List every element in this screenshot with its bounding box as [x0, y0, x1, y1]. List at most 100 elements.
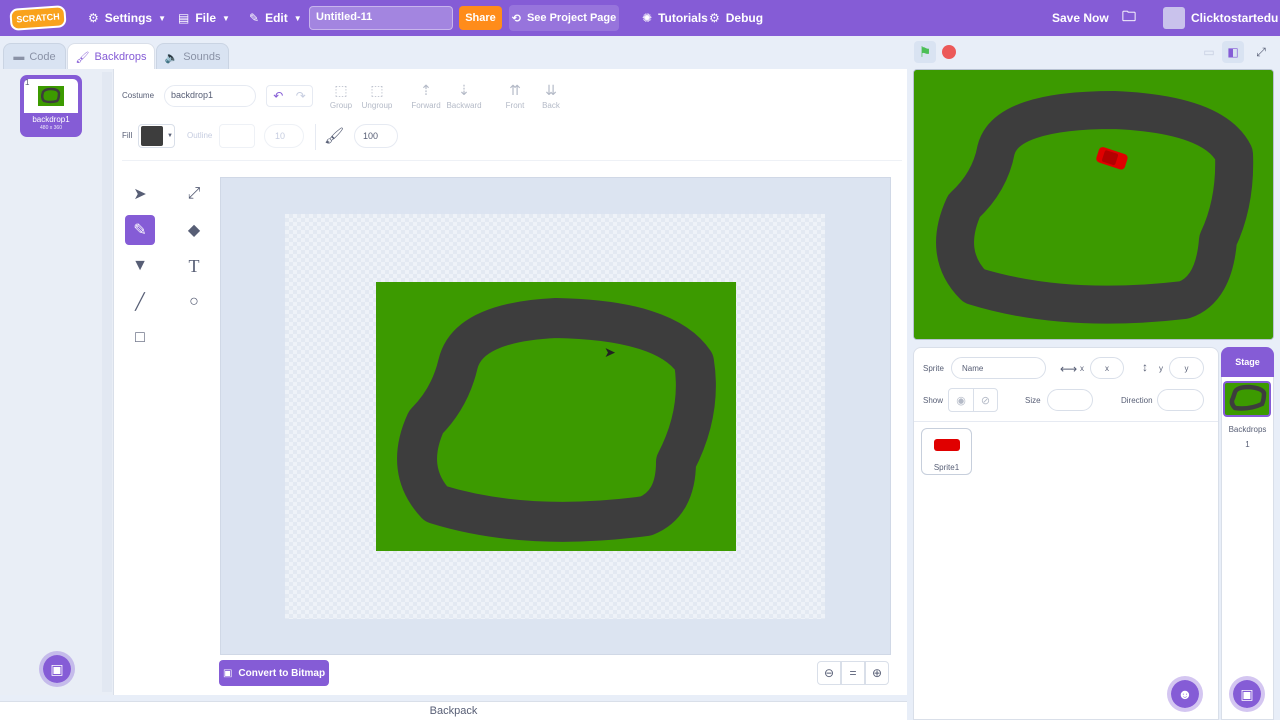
choose-stage-backdrop-button[interactable]: ▣ [1229, 676, 1265, 712]
front-label: Front [505, 101, 525, 110]
backdrop-list-scrollbar[interactable] [102, 72, 112, 692]
rectangle-tool[interactable]: □ [125, 323, 155, 353]
backpack[interactable]: Backpack [0, 701, 907, 720]
y-input[interactable]: y [1169, 357, 1204, 379]
eraser-tool[interactable]: ◆ [179, 215, 209, 245]
x-label: x [1080, 364, 1084, 373]
stop-icon [942, 45, 956, 59]
sprite-name-input[interactable]: Name [951, 357, 1046, 379]
ungroup-button[interactable]: ⬚ Ungroup [359, 82, 395, 110]
project-title-input[interactable]: Untitled-11 [309, 6, 453, 30]
backdrop-size: 480 x 360 [40, 125, 62, 131]
image-plus-icon: ▣ [50, 660, 64, 677]
line-tool[interactable]: ╱ [125, 287, 155, 317]
small-stage-button[interactable]: ▭ [1198, 41, 1220, 63]
tab-backdrops[interactable]: 🖌 Backdrops [67, 43, 155, 70]
reshape-icon: ⤢ [187, 185, 201, 202]
outline-width-input[interactable]: 10 [264, 124, 304, 148]
green-flag-button[interactable]: ⚑ [914, 41, 936, 63]
tab-sounds-label: Sounds [183, 51, 221, 63]
speaker-icon: 🔈 [164, 51, 179, 64]
debug-button[interactable]: ⚙ Debug [709, 0, 763, 36]
eraser-icon: ◆ [187, 222, 201, 239]
remix-icon: ⟲ [511, 12, 521, 25]
divider [315, 124, 316, 150]
paint-bucket-icon: ▼ [132, 257, 148, 274]
fill-color-swatch [141, 126, 163, 146]
account-menu[interactable]: Clicktostartedu [1163, 0, 1278, 36]
size-input[interactable] [1047, 389, 1093, 411]
zoom-reset-button[interactable]: = [841, 661, 865, 685]
back-icon: ⇊ [545, 82, 557, 98]
choose-backdrop-button[interactable]: ▣ [39, 651, 75, 687]
toolbar-divider [122, 160, 902, 161]
convert-to-bitmap-button[interactable]: ▣ Convert to Bitmap [219, 660, 329, 686]
save-now-button[interactable]: Save Now [1052, 0, 1109, 36]
chevron-down-icon: ▼ [222, 13, 230, 23]
redo-icon[interactable]: ↷ [290, 86, 313, 106]
show-eye-icon[interactable]: ◉ [949, 389, 973, 411]
stop-button[interactable] [938, 41, 960, 63]
show-label: Show [923, 396, 944, 405]
x-input[interactable]: x [1090, 357, 1124, 379]
chevron-down-icon: ▼ [158, 13, 167, 23]
y-label: y [1159, 364, 1163, 373]
settings-menu[interactable]: ⚙ Settings ▼ [88, 0, 166, 36]
ungroup-label: Ungroup [361, 101, 393, 110]
tab-code[interactable]: ▬ Code [3, 43, 66, 70]
back-button[interactable]: ⇊ Back [533, 82, 569, 110]
scratch-logo[interactable]: SCRATCH [9, 5, 67, 31]
tutorials-button[interactable]: ✺ Tutorials [642, 0, 708, 36]
front-button[interactable]: ⇈ Front [497, 82, 533, 110]
see-project-page-button[interactable]: ⟲ See Project Page [509, 5, 619, 31]
brush-size-input[interactable]: 100 [354, 124, 398, 148]
text-icon: T [188, 255, 200, 276]
backdrops-count: 1 [1245, 440, 1250, 449]
large-stage-icon: ◧ [1227, 45, 1239, 59]
edit-menu[interactable]: ✎ Edit ▼ [249, 0, 302, 36]
choose-sprite-button[interactable]: ☻ [1167, 676, 1203, 712]
image-plus-icon: ▣ [1240, 685, 1254, 702]
text-tool[interactable]: T [179, 251, 209, 281]
brush-tool[interactable]: ✎ [125, 215, 155, 245]
file-menu[interactable]: ▤ File ▼ [178, 0, 230, 36]
size-label: Size [1025, 396, 1041, 405]
zoom-out-button[interactable]: ⊖ [817, 661, 841, 685]
see-project-label: See Project Page [526, 12, 617, 24]
tab-sounds[interactable]: 🔈 Sounds [156, 43, 229, 70]
stage-header: Stage [1221, 347, 1274, 377]
undo-icon[interactable]: ↶ [267, 86, 290, 106]
backdrops-label: Backdrops [1228, 425, 1267, 434]
stage-canvas[interactable] [913, 69, 1274, 340]
group-button[interactable]: ⬚ Group [323, 82, 359, 110]
backward-icon: ⇣ [458, 82, 470, 98]
outline-color-picker[interactable] [219, 124, 255, 148]
costume-name-input[interactable]: backdrop1 [164, 85, 256, 107]
sprite-tile[interactable]: Sprite1 [921, 428, 972, 475]
paint-canvas-backdrop[interactable]: ➤ [376, 282, 736, 551]
mouse-cursor-icon: ➤ [604, 344, 616, 360]
fill-tool[interactable]: ▼ [125, 251, 155, 281]
circle-tool[interactable]: ○ [179, 287, 209, 317]
group-icon: ⬚ [334, 82, 348, 98]
backdrop-thumbnail[interactable]: 1 backdrop1 480 x 360 [20, 75, 82, 137]
fullscreen-icon: ⤢ [1256, 44, 1266, 59]
my-stuff-folder-icon[interactable]: 🗀 [1122, 0, 1136, 36]
cat-plus-icon: ☻ [1177, 686, 1193, 702]
direction-label: Direction [1121, 396, 1153, 405]
reshape-tool[interactable]: ⤢ [179, 179, 209, 209]
costume-label: Costume [122, 91, 155, 100]
large-stage-button[interactable]: ◧ [1222, 41, 1244, 63]
forward-button[interactable]: ⇡ Forward [408, 82, 444, 110]
backward-button[interactable]: ⇣ Backward [446, 82, 482, 110]
fullscreen-button[interactable]: ⤢ [1250, 41, 1272, 63]
rectangle-icon: □ [135, 329, 145, 346]
gear-icon: ⚙ [88, 11, 99, 25]
select-tool[interactable]: ➤ [125, 179, 155, 209]
zoom-in-button[interactable]: ⊕ [865, 661, 889, 685]
hide-eye-icon[interactable]: ⊘ [972, 389, 997, 411]
fill-color-picker[interactable]: ▼ [138, 124, 175, 148]
direction-input[interactable] [1157, 389, 1204, 411]
share-button[interactable]: Share [459, 6, 502, 30]
visibility-toggle: ◉ ⊘ [948, 388, 998, 412]
